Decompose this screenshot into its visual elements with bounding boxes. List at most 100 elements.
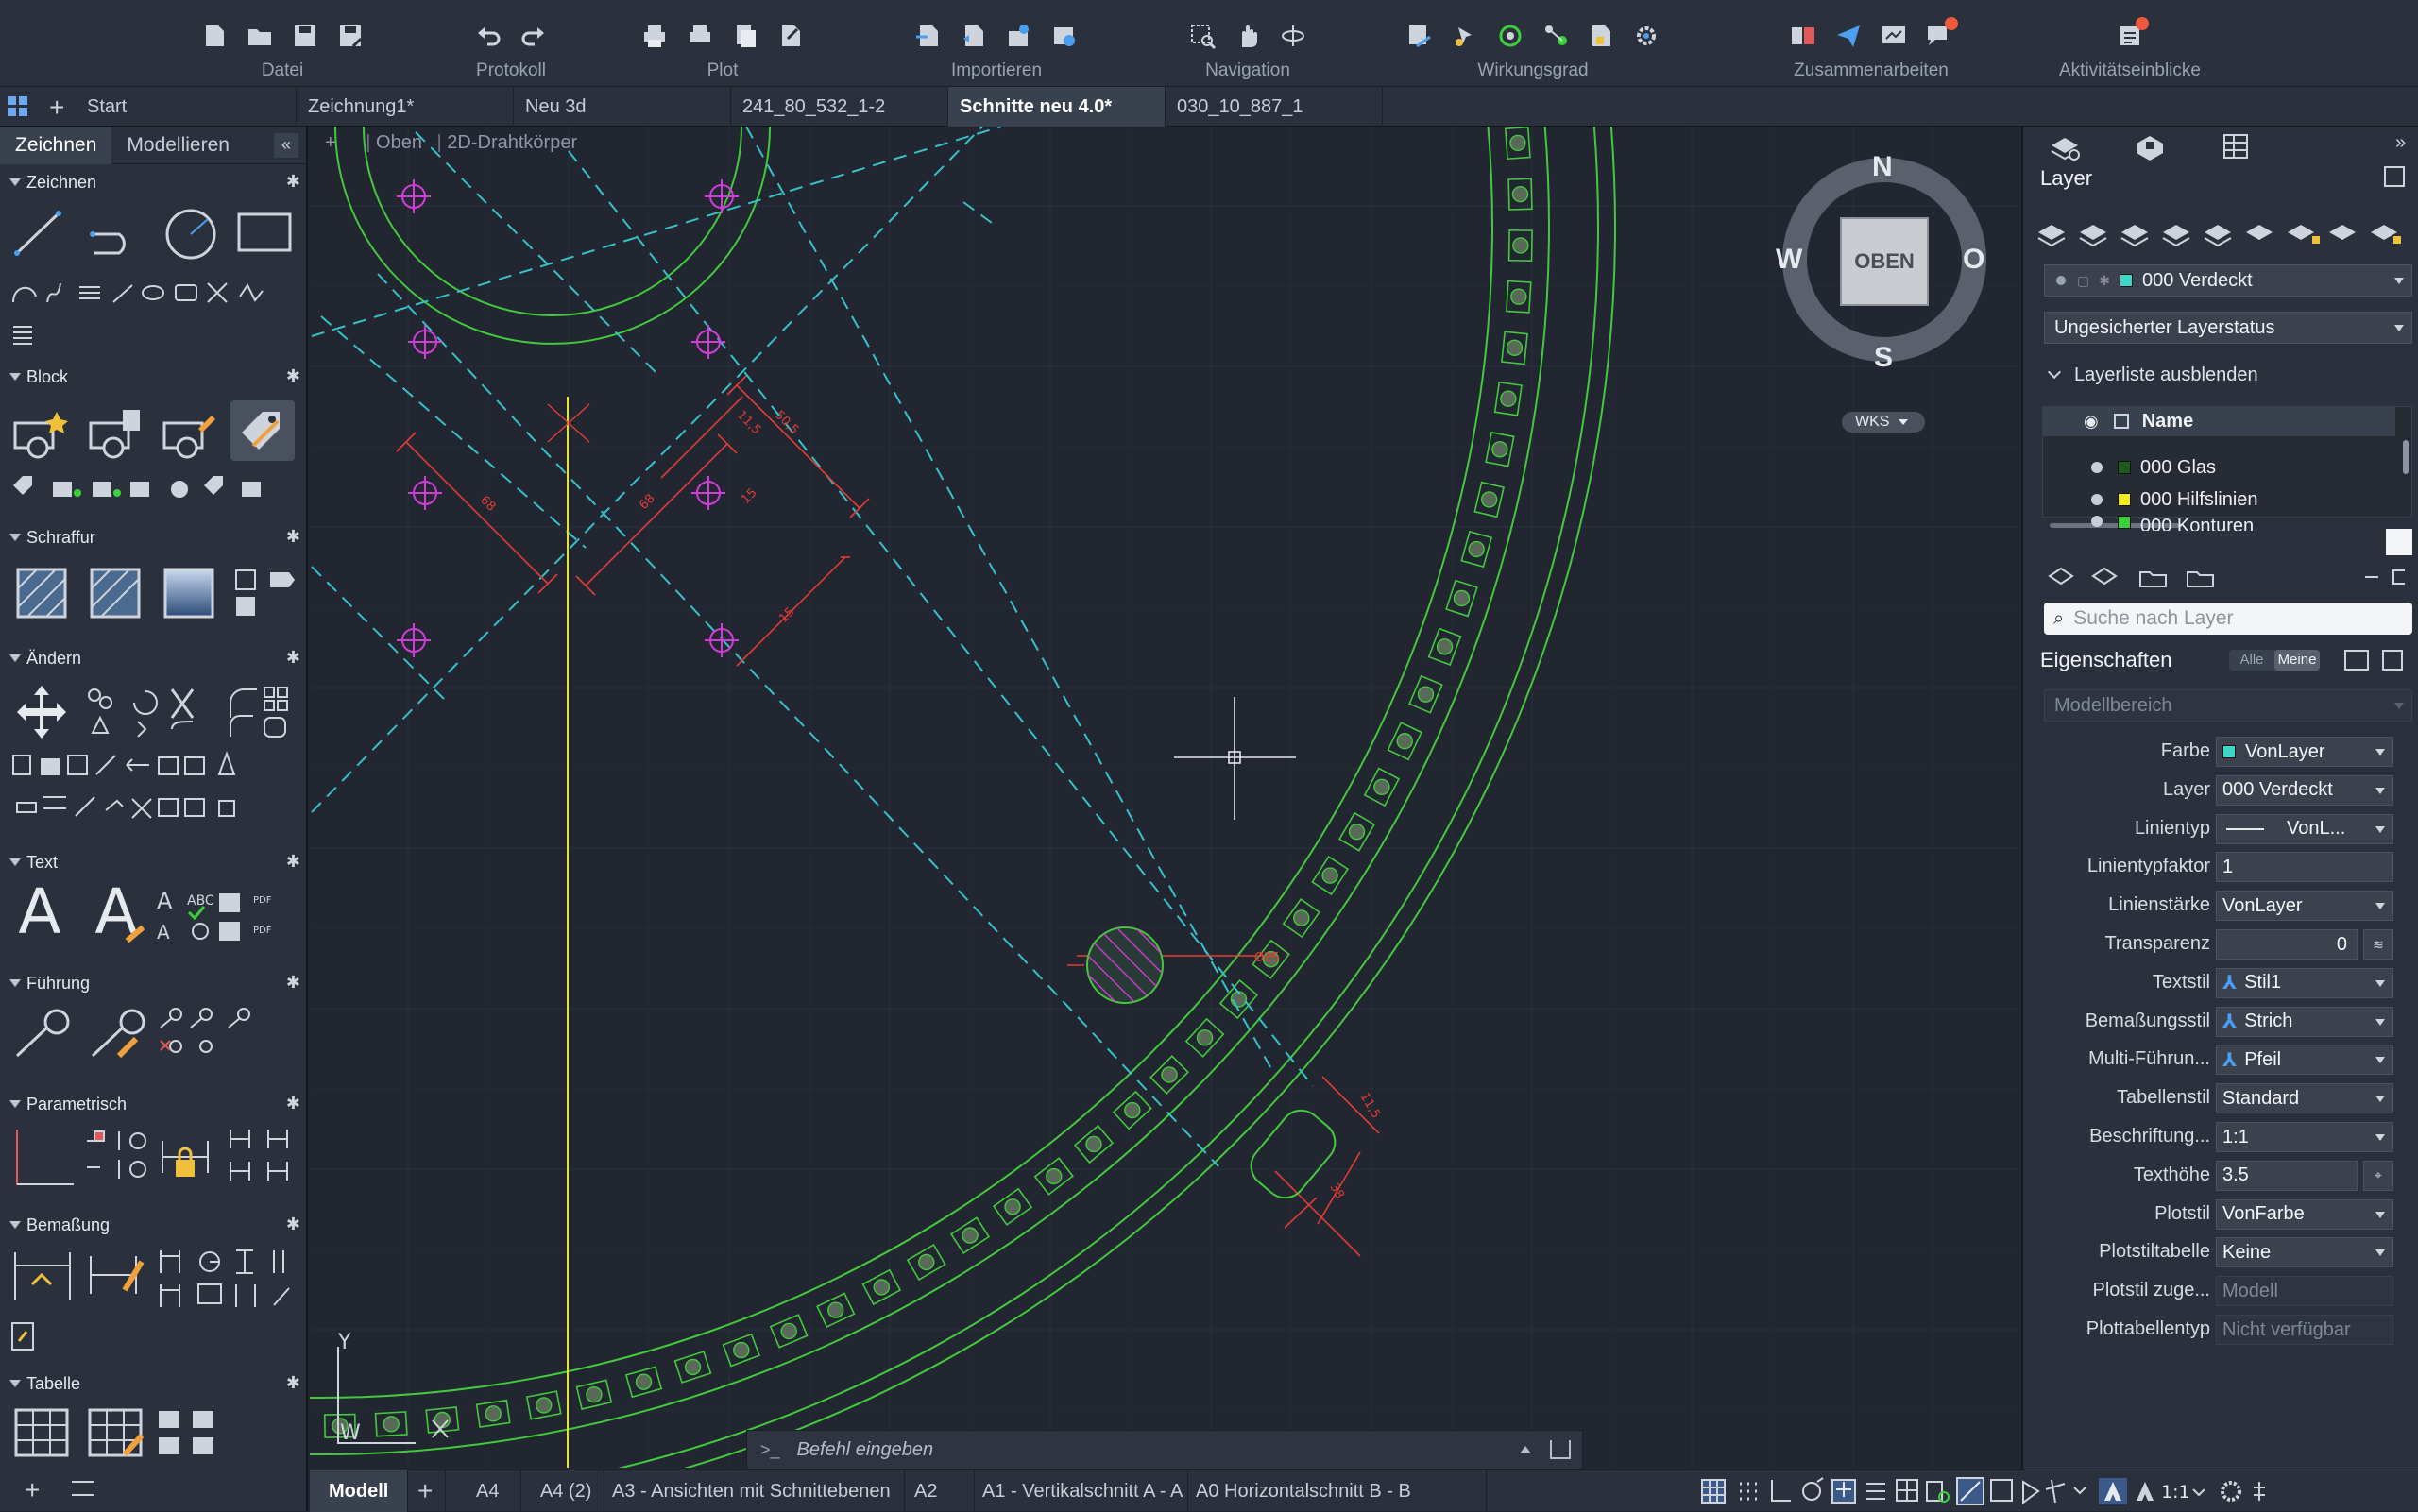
draw-small-tools[interactable] bbox=[9, 278, 302, 306]
property-value-12[interactable]: VonFarbe bbox=[2216, 1198, 2393, 1230]
command-line[interactable]: >_ Befehl eingeben bbox=[746, 1430, 1583, 1470]
table-edit-icon[interactable] bbox=[87, 1407, 145, 1460]
property-value-5[interactable]: 0 bbox=[2216, 929, 2358, 960]
eye-icon[interactable]: ◉ bbox=[2084, 412, 2099, 432]
pan-hand-icon[interactable] bbox=[1232, 20, 1264, 52]
page-setup-icon[interactable] bbox=[729, 20, 761, 52]
quick-select-icon[interactable] bbox=[1449, 20, 1481, 52]
notification-icon[interactable] bbox=[1923, 17, 1958, 52]
tab-layout-a4[interactable]: A4 bbox=[446, 1470, 521, 1512]
property-value-13[interactable]: Keine bbox=[2216, 1237, 2393, 1268]
save-icon[interactable] bbox=[289, 20, 321, 52]
layer-tab-icon[interactable] bbox=[2050, 132, 2082, 165]
dock-panel-icon[interactable] bbox=[2384, 166, 2405, 187]
undo-icon[interactable] bbox=[472, 20, 504, 52]
import-icon[interactable] bbox=[912, 20, 945, 52]
palette-menu-icon[interactable] bbox=[72, 1481, 94, 1496]
filter-all[interactable]: Alle bbox=[2229, 650, 2274, 671]
grid-menu-icon[interactable] bbox=[8, 96, 28, 122]
block-attribute-icon[interactable] bbox=[230, 400, 295, 461]
gear-icon[interactable]: ✱ bbox=[286, 1215, 300, 1234]
polyline-tool-icon[interactable] bbox=[87, 206, 144, 259]
block-library-icon[interactable] bbox=[1585, 20, 1617, 52]
command-input[interactable]: Befehl eingeben bbox=[797, 1439, 934, 1461]
section-tabelle[interactable]: Tabelle ✱ bbox=[0, 1369, 308, 1398]
layer-color-swatch[interactable] bbox=[2118, 516, 2131, 529]
leader-small-tools[interactable] bbox=[157, 1005, 270, 1062]
text-edit-icon[interactable]: A bbox=[85, 875, 147, 948]
line-tool-icon[interactable] bbox=[11, 206, 64, 259]
tab-layout-a3[interactable]: A3 - Ansichten mit Schnittebenen bbox=[604, 1470, 905, 1512]
tab-neu-3d[interactable]: Neu 3d bbox=[514, 87, 731, 127]
multiline-text-icon[interactable]: A bbox=[11, 875, 68, 948]
viewport-plus[interactable]: + bbox=[325, 132, 336, 153]
import-pdf-icon[interactable] bbox=[958, 20, 990, 52]
filter-mine[interactable]: Meine bbox=[2274, 650, 2320, 671]
redo-icon[interactable] bbox=[518, 20, 550, 52]
layer-state-dropdown[interactable]: Ungesicherter Layerstatus bbox=[2044, 312, 2412, 344]
visual-style[interactable]: 2D-Drahtkörper bbox=[447, 132, 577, 153]
collapse-palette-icon[interactable]: « bbox=[274, 132, 298, 158]
gear-icon[interactable]: ✱ bbox=[286, 648, 300, 668]
save-as-icon[interactable] bbox=[334, 20, 366, 52]
gear-icon[interactable]: ✱ bbox=[286, 172, 300, 192]
layer-row-glas[interactable]: 000 Glas bbox=[2040, 452, 2375, 483]
property-value-4[interactable]: VonLayer bbox=[2216, 891, 2393, 922]
ucs-dropdown[interactable]: WKS bbox=[1842, 412, 1925, 433]
new-tab-plus-icon[interactable]: + bbox=[49, 93, 64, 123]
layer-search-field[interactable]: ⌕ Suche nach Layer bbox=[2044, 603, 2412, 635]
property-value-2[interactable]: VonL... bbox=[2216, 813, 2393, 844]
geometric-constraint-icon[interactable] bbox=[11, 1126, 77, 1188]
properties-filter[interactable]: Alle Meine bbox=[2229, 650, 2320, 671]
dock-properties-icon[interactable] bbox=[2382, 650, 2403, 671]
constraint-small-tools[interactable] bbox=[81, 1126, 157, 1188]
layer-row-hilfslinien[interactable]: 000 Hilfslinien bbox=[2040, 484, 2375, 515]
tab-layout-a0[interactable]: A0 Horizontalschnitt B - B bbox=[1188, 1470, 1487, 1512]
batch-plot-icon[interactable] bbox=[684, 20, 716, 52]
add-layout-plus-icon[interactable]: + bbox=[408, 1470, 446, 1512]
modify-tools-row1[interactable] bbox=[83, 684, 291, 740]
tab-030-10-887[interactable]: 030_10_887_1 bbox=[1166, 87, 1383, 127]
publish-icon[interactable] bbox=[775, 20, 807, 52]
tab-layout-a1[interactable]: A1 - Vertikalschnitt A - A bbox=[975, 1470, 1188, 1512]
gear-icon[interactable]: ✱ bbox=[286, 973, 300, 993]
visibility-dot[interactable] bbox=[2091, 462, 2103, 473]
property-value-11[interactable]: 3.5 bbox=[2216, 1160, 2358, 1191]
properties-tab-icon[interactable] bbox=[2222, 132, 2250, 165]
boundary-icons[interactable] bbox=[232, 567, 261, 620]
hatch-icon[interactable] bbox=[15, 567, 68, 620]
edit-leader-icon[interactable] bbox=[87, 1005, 149, 1062]
section-text[interactable]: Text ✱ bbox=[0, 848, 308, 876]
property-value-10[interactable]: 1:1 bbox=[2216, 1122, 2393, 1152]
command-prompt-icon[interactable]: >_ bbox=[760, 1440, 780, 1460]
compass-north[interactable]: N bbox=[1872, 151, 1893, 183]
property-value-1[interactable]: 000 Verdeckt bbox=[2216, 774, 2393, 806]
command-share-icon[interactable] bbox=[1550, 1440, 1571, 1459]
dimension-edit-icon[interactable] bbox=[87, 1247, 149, 1303]
text-small-tools[interactable]: A ABC PDF A PDF bbox=[155, 890, 297, 946]
property-value-0[interactable]: VonLayer bbox=[2216, 737, 2393, 767]
new-layer-swatch[interactable] bbox=[2386, 529, 2412, 555]
transparency-options-icon[interactable]: ≋ bbox=[2363, 929, 2393, 960]
compare-icon[interactable] bbox=[1787, 20, 1819, 52]
selection-scope-dropdown[interactable]: Modellbereich bbox=[2044, 689, 2412, 722]
section-block[interactable]: Block ✱ bbox=[0, 363, 308, 391]
modify-small-tools[interactable] bbox=[9, 750, 302, 825]
compass-east[interactable]: O bbox=[1963, 244, 1984, 276]
dimensional-constraint-icon[interactable] bbox=[159, 1131, 212, 1188]
property-value-8[interactable]: ⅄ Pfeil bbox=[2216, 1045, 2393, 1076]
move-icon[interactable] bbox=[13, 684, 70, 740]
property-value-6[interactable]: ⅄ Stil1 bbox=[2216, 967, 2393, 998]
gradient-icon[interactable] bbox=[162, 567, 215, 620]
markup-icon[interactable] bbox=[1878, 20, 1910, 52]
viewcube[interactable]: OBEN N S W O bbox=[1776, 151, 1993, 397]
layer-list-scrollbar[interactable] bbox=[2403, 440, 2409, 474]
settings-icon[interactable] bbox=[1630, 20, 1662, 52]
section-fuehrung[interactable]: Führung ✱ bbox=[0, 969, 308, 997]
status-bar-toggles[interactable]: 1:1 bbox=[1683, 1476, 2410, 1506]
new-file-icon[interactable] bbox=[198, 20, 230, 52]
section-parametrisch[interactable]: Parametrisch ✱ bbox=[0, 1090, 308, 1118]
compass-south[interactable]: S bbox=[1874, 342, 1893, 374]
layer-actions[interactable] bbox=[2046, 563, 2415, 591]
visibility-dot[interactable] bbox=[2091, 494, 2103, 505]
